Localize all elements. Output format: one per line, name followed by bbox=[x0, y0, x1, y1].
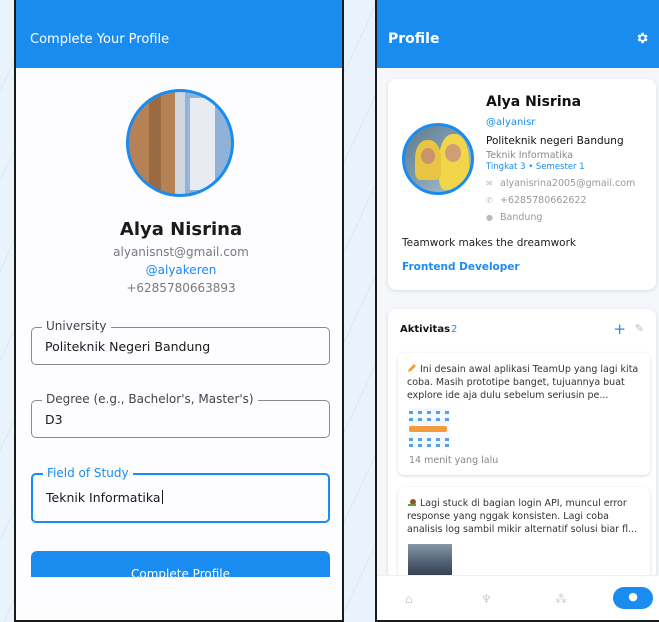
location-pin-icon: ● bbox=[486, 213, 493, 222]
phone-row: ✆ +6285780662622 bbox=[486, 195, 587, 206]
pencil-icon bbox=[408, 364, 416, 372]
post-time: 14 menit yang lalu bbox=[409, 455, 499, 466]
profile-avatar[interactable] bbox=[402, 123, 474, 195]
degree-label: Degree (e.g., Bachelor's, Master's) bbox=[42, 392, 258, 406]
profile-screen: Profile Alya Nisrina @alyanisr Politekni… bbox=[375, 0, 659, 622]
user-name: Alya Nisrina bbox=[486, 94, 582, 110]
text-caret bbox=[161, 490, 163, 504]
app-bar: Profile bbox=[377, 0, 659, 68]
profile-avatar[interactable] bbox=[126, 89, 234, 197]
bottom-area bbox=[16, 577, 342, 620]
mail-icon: ✉ bbox=[486, 179, 493, 188]
field-of-study-value: Teknik Informatika bbox=[46, 490, 161, 505]
university-field[interactable]: University Politeknik Negeri Bandung bbox=[31, 319, 330, 365]
user-major: Teknik Informatika bbox=[486, 150, 574, 161]
gear-icon[interactable] bbox=[635, 31, 649, 45]
activity-count: 2 bbox=[451, 324, 458, 335]
activity-post[interactable]: Lagi stuck di bagian login API, muncul e… bbox=[398, 487, 650, 579]
post-image[interactable] bbox=[408, 544, 452, 579]
university-value: Politeknik Negeri Bandung bbox=[45, 339, 211, 354]
complete-profile-screen: Complete Your Profile Alya Nisrina alyan… bbox=[14, 0, 344, 622]
user-handle: @alyanisr bbox=[486, 117, 536, 128]
user-role: Frontend Developer bbox=[402, 261, 520, 273]
user-handle: @alyakeren bbox=[145, 263, 217, 277]
email-row: ✉ alyanisrina2005@gmail.com bbox=[486, 178, 635, 189]
home-icon[interactable]: ⌂ bbox=[405, 592, 413, 606]
user-phone: +6285780663893 bbox=[126, 281, 236, 295]
app-bar: Complete Your Profile bbox=[16, 0, 342, 68]
add-post-icon[interactable]: + bbox=[613, 320, 626, 338]
user-bio: Teamwork makes the dreamwork bbox=[402, 237, 576, 249]
field-of-study-field[interactable]: Field of Study Teknik Informatika bbox=[31, 466, 330, 523]
user-name: Alya Nisrina bbox=[119, 219, 243, 240]
university-label: University bbox=[42, 319, 111, 333]
post-text: Ini desain awal aplikasi TeamUp yang lag… bbox=[407, 364, 639, 401]
post-text: Lagi stuck di bagian login API, muncul e… bbox=[407, 498, 638, 535]
location-row: ● Bandung bbox=[486, 212, 542, 223]
degree-value: D3 bbox=[45, 412, 63, 427]
activity-card: Aktivitas 2 + ✎ Ini desain awal aplikasi… bbox=[388, 309, 656, 579]
profile-card: Alya Nisrina @alyanisr Politeknik negeri… bbox=[388, 79, 656, 290]
user-phone: +6285780662622 bbox=[500, 195, 587, 206]
profile-nav-icon[interactable]: ● bbox=[613, 587, 653, 609]
degree-field[interactable]: Degree (e.g., Bachelor's, Master's) D3 bbox=[31, 392, 330, 438]
team-icon[interactable]: ⁂ bbox=[555, 592, 567, 606]
post-image[interactable] bbox=[409, 408, 449, 448]
snail-icon bbox=[408, 499, 416, 506]
activity-title: Aktivitas bbox=[400, 324, 451, 335]
user-email: alyanisrina2005@gmail.com bbox=[500, 178, 636, 189]
activity-post[interactable]: Ini desain awal aplikasi TeamUp yang lag… bbox=[398, 353, 650, 475]
user-level: Tingkat 3 • Semester 1 bbox=[486, 162, 585, 172]
page-title: Profile bbox=[388, 31, 440, 47]
bottom-navigation: ⌂ ♆ ⁂ ● bbox=[377, 575, 659, 620]
user-city: Bandung bbox=[500, 212, 543, 223]
edit-icon[interactable]: ✎ bbox=[635, 322, 644, 335]
trophy-icon[interactable]: ♆ bbox=[481, 592, 492, 606]
user-school: Politeknik negeri Bandung bbox=[486, 135, 624, 147]
user-email: alyanisnst@gmail.com bbox=[113, 245, 249, 259]
field-of-study-label: Field of Study bbox=[43, 466, 133, 480]
phone-icon: ✆ bbox=[486, 196, 493, 205]
page-title: Complete Your Profile bbox=[30, 32, 170, 47]
